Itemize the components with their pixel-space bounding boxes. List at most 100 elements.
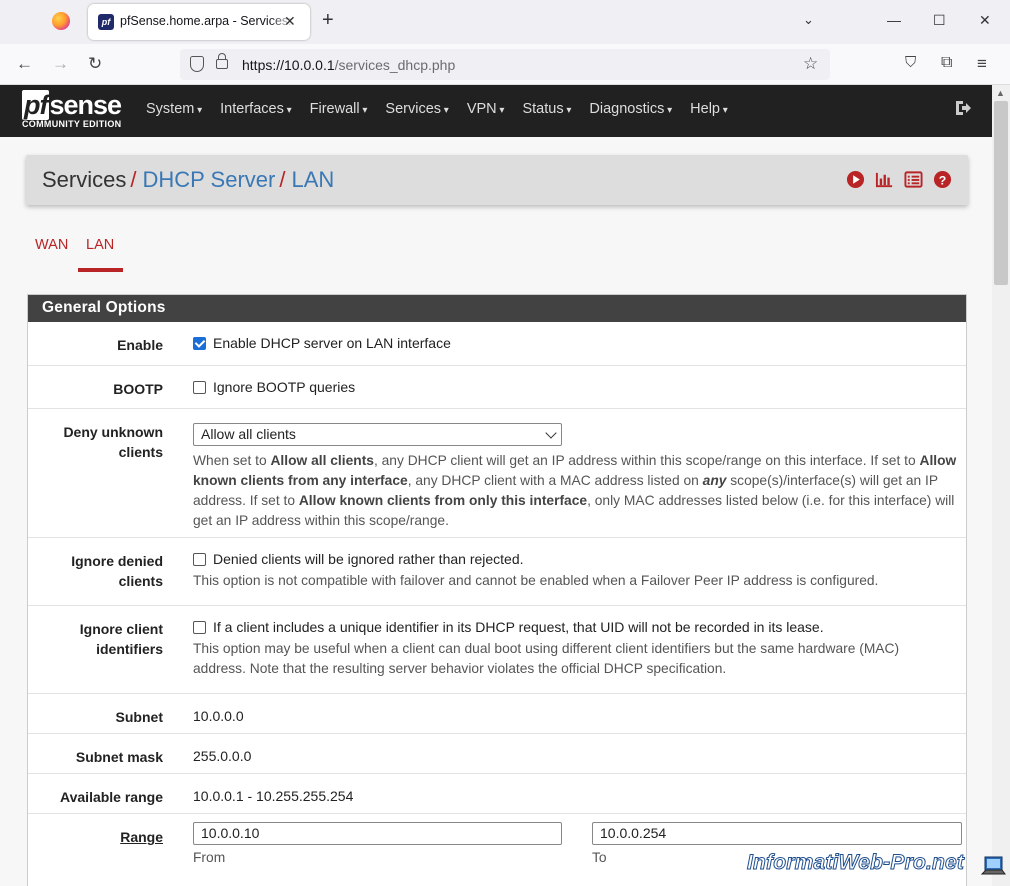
close-icon[interactable]: ✕: [284, 13, 296, 30]
ignore-client-ids-text: If a client includes a unique identifier…: [213, 619, 824, 635]
pfsense-navbar: pfsense COMMUNITY EDITION System Interfa…: [0, 85, 992, 137]
help-text: When set to: [193, 453, 271, 468]
label-deny-unknown: Deny unknown clients: [28, 422, 163, 462]
menu-diagnostics[interactable]: Diagnostics: [589, 101, 672, 117]
bootp-checkbox[interactable]: [193, 381, 206, 394]
ignore-denied-checkbox[interactable]: [193, 553, 206, 566]
watermark-logo: InformatiWeb-Pro.net: [746, 851, 965, 875]
bar-chart-icon[interactable]: [875, 170, 894, 189]
ignore-client-ids-checkbox[interactable]: [193, 621, 206, 634]
subnet-value: 10.0.0.0: [193, 708, 244, 724]
row-enable: Enable Enable DHCP server on LAN interfa…: [28, 322, 966, 366]
pfsense-menu: System Interfaces Firewall Services VPN …: [146, 101, 746, 117]
extensions-icon[interactable]: ⧉: [941, 54, 952, 72]
help-bold-italic: any: [702, 473, 727, 488]
label-bootp: BOOTP: [113, 381, 163, 397]
row-subnet-mask: Subnet mask 255.0.0.0: [28, 734, 966, 774]
breadcrumb: Services / DHCP Server / LAN ?: [26, 155, 968, 205]
breadcrumb-separator: /: [130, 167, 137, 192]
tab-title: pfSense.home.arpa - Services: DHCP Serve…: [120, 14, 296, 28]
menu-services[interactable]: Services: [385, 101, 448, 117]
window-close-icon[interactable]: ✕: [979, 12, 991, 29]
breadcrumb-dhcp-server[interactable]: DHCP Server: [142, 167, 275, 192]
range-to-input[interactable]: 10.0.0.254: [592, 822, 962, 845]
url-host: https://10.0.0.1: [242, 57, 335, 73]
browser-tab[interactable]: pf pfSense.home.arpa - Services: DHCP Se…: [88, 4, 310, 40]
minimize-icon[interactable]: —: [887, 12, 901, 28]
menu-firewall[interactable]: Firewall: [310, 101, 368, 117]
menu-vpn[interactable]: VPN: [467, 101, 505, 117]
scroll-up-icon[interactable]: ▲: [996, 88, 1005, 98]
row-subnet: Subnet 10.0.0.0: [28, 694, 966, 734]
main-content: Services / DHCP Server / LAN ? WAN LAN Gener…: [0, 137, 992, 886]
label-ignore-client-ids-line2: identifiers: [96, 641, 163, 657]
ignore-denied-field: Denied clients will be ignored rather th…: [193, 551, 961, 591]
help-icon[interactable]: ?: [933, 170, 952, 189]
label-subnet-mask: Subnet mask: [75, 749, 163, 765]
help-text: , any DHCP client with a MAC address lis…: [407, 473, 703, 488]
chevron-down-icon: [545, 427, 557, 439]
logo-mark: pfsense: [22, 90, 128, 120]
menu-interfaces[interactable]: Interfaces: [220, 101, 291, 117]
tab-lan[interactable]: LAN: [86, 237, 114, 253]
vertical-scrollbar[interactable]: ▲: [992, 85, 1010, 886]
row-available-range: Available range 10.0.0.1 - 10.255.255.25…: [28, 774, 966, 814]
subnet-mask-value: 255.0.0.0: [193, 748, 252, 764]
tab-wan[interactable]: WAN: [35, 237, 68, 253]
enable-field: Enable DHCP server on LAN interface: [193, 335, 961, 351]
page-title: Services / DHCP Server / LAN: [42, 167, 334, 193]
help-text: , any DHCP client will get an IP address…: [373, 453, 920, 468]
svg-text:?: ?: [939, 173, 947, 187]
deny-unknown-help: When set to Allow all clients, any DHCP …: [193, 451, 961, 531]
url-path: /services_dhcp.php: [334, 57, 456, 73]
new-tab-icon[interactable]: +: [322, 10, 334, 30]
general-options-panel: General Options Enable Enable DHCP serve…: [27, 294, 967, 886]
label-deny-unknown-line2: clients: [118, 444, 163, 460]
ignore-denied-text: Denied clients will be ignored rather th…: [213, 551, 524, 567]
bookmark-star-icon[interactable]: ☆: [803, 54, 818, 74]
label-ignore-client-ids: Ignore client identifiers: [28, 619, 163, 659]
lock-icon[interactable]: [216, 53, 228, 69]
deny-unknown-field: Allow all clients When set to Allow all …: [193, 423, 961, 533]
logo-sense: sense: [49, 90, 122, 120]
logo-subtitle: COMMUNITY EDITION: [22, 119, 122, 129]
forward-icon[interactable]: →: [52, 54, 69, 74]
range-label-link[interactable]: Range: [120, 829, 163, 845]
url-text[interactable]: https://10.0.0.1/services_dhcp.php: [242, 57, 455, 73]
back-icon[interactable]: ←: [16, 54, 33, 74]
label-subnet: Subnet: [115, 709, 163, 725]
ignore-client-ids-field: If a client includes a unique identifier…: [193, 619, 961, 679]
row-ignore-client-ids: Ignore client identifiers If a client in…: [28, 606, 966, 694]
range-to-label: To: [592, 850, 607, 865]
scrollbar-thumb[interactable]: [994, 101, 1008, 285]
label-ignore-client-ids-line1: Ignore client: [79, 621, 163, 637]
label-available-range: Available range: [60, 789, 163, 805]
play-circle-icon[interactable]: [846, 170, 865, 189]
row-deny-unknown: Deny unknown clients Allow all clients W…: [28, 409, 966, 538]
breadcrumb-lan[interactable]: LAN: [291, 167, 334, 192]
pocket-icon[interactable]: ⛉: [905, 54, 916, 71]
menu-system[interactable]: System: [146, 101, 202, 117]
firefox-icon[interactable]: [52, 12, 70, 30]
label-deny-unknown-line1: Deny unknown: [63, 424, 163, 440]
range-from-input[interactable]: 10.0.0.10: [193, 822, 562, 845]
pfsense-logo[interactable]: pfsense COMMUNITY EDITION: [22, 90, 128, 129]
row-ignore-denied: Ignore denied clients Denied clients wil…: [28, 538, 966, 606]
list-icon[interactable]: [904, 170, 923, 189]
tracking-shield-icon[interactable]: [190, 56, 204, 72]
panel-heading: General Options: [28, 295, 966, 322]
menu-help[interactable]: Help: [690, 101, 728, 117]
reload-icon[interactable]: ↻: [88, 54, 102, 74]
logo-pf: pf: [22, 90, 50, 120]
menu-icon[interactable]: ≡: [977, 54, 987, 74]
maximize-icon[interactable]: ☐: [933, 12, 946, 29]
browser-navbar: ← → ↻ https://10.0.0.1/services_dhcp.php…: [0, 44, 1010, 85]
url-bar[interactable]: https://10.0.0.1/services_dhcp.php ☆: [180, 49, 830, 80]
label-enable: Enable: [117, 337, 163, 353]
enable-checkbox[interactable]: [193, 337, 206, 350]
chevron-down-icon[interactable]: ⌄: [803, 12, 814, 28]
active-tab-indicator: [78, 268, 123, 272]
deny-unknown-select[interactable]: Allow all clients: [193, 423, 562, 446]
menu-status[interactable]: Status: [522, 101, 571, 117]
logout-icon[interactable]: [954, 99, 972, 117]
